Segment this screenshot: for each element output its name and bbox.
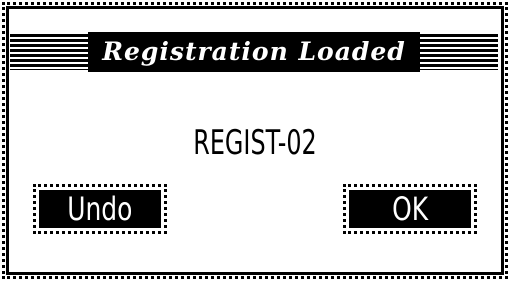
undo-button-face: Undo: [39, 190, 161, 228]
ok-button-face: OK: [349, 190, 471, 228]
ok-button-label: OK: [391, 190, 428, 228]
undo-button-label: Undo: [67, 190, 133, 228]
undo-button[interactable]: Undo: [33, 184, 167, 234]
registration-loaded-dialog: Registration Loaded REGIST-02 Undo OK: [0, 0, 510, 281]
registration-name: REGIST-02: [193, 123, 317, 163]
title-stripes-left: [10, 34, 89, 70]
dialog-title-bar: Registration Loaded: [10, 32, 499, 72]
title-stripes-right: [419, 34, 499, 70]
dialog-title: Registration Loaded: [88, 32, 420, 72]
ok-button[interactable]: OK: [343, 184, 477, 234]
